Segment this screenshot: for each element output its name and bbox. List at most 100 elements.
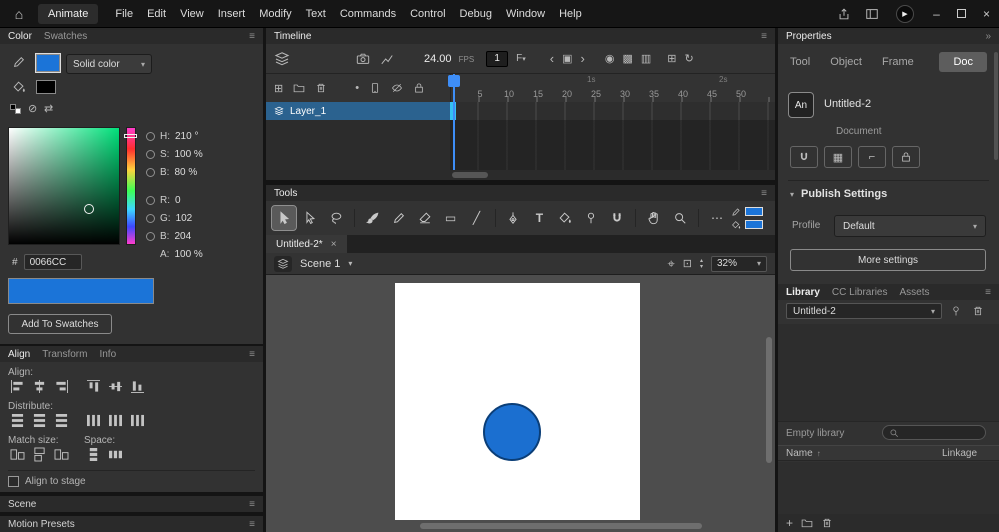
panel-menu-icon[interactable]: ≡: [249, 499, 255, 510]
g-radio[interactable]: [146, 213, 155, 223]
space-horizontal-button[interactable]: [106, 447, 124, 462]
app-menu-animate[interactable]: Animate: [38, 3, 99, 24]
hex-input[interactable]: 0066CC: [23, 254, 82, 270]
b-radio[interactable]: [146, 167, 155, 177]
pen-tool[interactable]: [502, 206, 526, 230]
stroke-pencil-icon[interactable]: [12, 55, 26, 69]
menu-text[interactable]: Text: [299, 0, 333, 28]
text-tool[interactable]: T: [527, 206, 551, 230]
h-value[interactable]: 210 °: [175, 131, 198, 142]
tab-doc[interactable]: Doc: [939, 52, 987, 72]
maximize-button[interactable]: [949, 0, 974, 28]
advanced-layers-icon[interactable]: [380, 52, 394, 66]
column-linkage[interactable]: Linkage: [942, 448, 977, 459]
align-to-stage-checkbox[interactable]: [8, 476, 19, 487]
distribute-top-button[interactable]: [8, 413, 26, 428]
menu-edit[interactable]: Edit: [140, 0, 173, 28]
align-hcenter-button[interactable]: [30, 379, 48, 394]
loop-icon[interactable]: ↻: [685, 52, 694, 65]
new-folder-icon[interactable]: [293, 82, 305, 94]
s-radio[interactable]: [146, 149, 155, 159]
snap-to-guides-button[interactable]: ⌐: [858, 146, 886, 168]
menu-debug[interactable]: Debug: [453, 0, 499, 28]
scene-name[interactable]: Scene 1: [300, 258, 340, 270]
timeline-scrollbar-thumb[interactable]: [452, 172, 488, 178]
align-top-button[interactable]: [84, 379, 102, 394]
no-color-icon[interactable]: ⊘: [28, 102, 37, 115]
scene-panel-header[interactable]: Scene ≡: [0, 496, 263, 512]
tab-color[interactable]: Color: [8, 31, 32, 42]
tab-align[interactable]: Align: [8, 349, 30, 360]
new-folder-icon[interactable]: [801, 517, 813, 529]
layer-name[interactable]: Layer_1: [290, 106, 326, 117]
playhead-line[interactable]: [453, 74, 455, 170]
snap-to-objects-button[interactable]: [790, 146, 818, 168]
lock-layers-icon[interactable]: [413, 82, 425, 94]
menu-file[interactable]: File: [108, 0, 140, 28]
snap-to-grid-button[interactable]: ▦: [824, 146, 852, 168]
color-type-dropdown[interactable]: Solid color ▾: [66, 54, 152, 74]
fill-color-chip[interactable]: [745, 220, 763, 229]
horizontal-scrollbar[interactable]: [270, 522, 761, 530]
new-symbol-icon[interactable]: +: [786, 516, 793, 530]
center-stage-icon[interactable]: ⌖: [667, 256, 674, 272]
align-bottom-button[interactable]: [128, 379, 146, 394]
fps-value[interactable]: 24.00: [424, 53, 452, 65]
align-vcenter-button[interactable]: [106, 379, 124, 394]
selection-tool[interactable]: [271, 205, 297, 231]
s-value[interactable]: 100 %: [174, 149, 202, 160]
lasso-tool[interactable]: [324, 206, 348, 230]
menu-insert[interactable]: Insert: [211, 0, 253, 28]
swap-colors-icon[interactable]: ⇄: [44, 102, 53, 115]
more-settings-button[interactable]: More settings: [790, 249, 986, 271]
vertical-scrollbar[interactable]: [765, 279, 773, 516]
layer-frames-track[interactable]: [450, 102, 775, 120]
match-both-button[interactable]: [52, 447, 70, 462]
frames-grid[interactable]: [450, 120, 775, 170]
chevron-down-icon[interactable]: ▾: [348, 259, 352, 268]
spin-down-icon[interactable]: ▾: [700, 264, 703, 270]
default-colors-icon[interactable]: [10, 104, 22, 114]
stroke-color-chip[interactable]: [35, 53, 61, 73]
home-icon[interactable]: ⌂: [6, 3, 32, 25]
profile-select[interactable]: Default ▾: [834, 215, 986, 237]
zoom-stepper[interactable]: ▴ ▾: [700, 258, 703, 270]
match-height-button[interactable]: [30, 447, 48, 462]
space-vertical-button[interactable]: [84, 447, 102, 462]
hide-layers-icon[interactable]: [391, 82, 403, 94]
line-tool[interactable]: ╱: [465, 206, 489, 230]
tab-transform[interactable]: Transform: [42, 349, 87, 360]
delete-library-item-icon[interactable]: [970, 303, 986, 319]
tab-properties[interactable]: Properties: [786, 31, 832, 42]
step-back-icon[interactable]: ‹: [550, 51, 554, 66]
h-radio[interactable]: [146, 131, 155, 141]
vertical-scrollbar-thumb[interactable]: [766, 337, 772, 463]
panel-menu-icon[interactable]: ≡: [985, 287, 991, 298]
asset-warp-tool[interactable]: [579, 206, 603, 230]
show-device-icon[interactable]: [369, 82, 381, 94]
tool-stroke-color[interactable]: [731, 207, 763, 217]
hue-slider-handle[interactable]: [124, 134, 137, 138]
onion-skin-outline-icon[interactable]: ▩: [622, 52, 632, 65]
fill-bucket-icon[interactable]: [12, 80, 26, 94]
close-button[interactable]: ×: [974, 0, 999, 28]
onion-skin-icon[interactable]: ◉: [605, 52, 615, 65]
tab-object[interactable]: Object: [830, 56, 862, 68]
lock-guides-button[interactable]: [892, 146, 920, 168]
insert-frame-icon[interactable]: ⊞: [667, 52, 676, 65]
hue-slider[interactable]: [126, 127, 136, 245]
color-picker-cursor[interactable]: [84, 204, 94, 214]
panel-menu-icon[interactable]: ≡: [249, 349, 255, 360]
stroke-color-chip[interactable]: [745, 207, 763, 216]
layer-row[interactable]: Layer_1: [266, 102, 775, 120]
b2-radio[interactable]: [146, 231, 155, 241]
circle-shape[interactable]: [483, 403, 541, 461]
tab-library[interactable]: Library: [786, 287, 820, 298]
more-tools-button[interactable]: ⋯: [705, 206, 729, 230]
menu-help[interactable]: Help: [552, 0, 589, 28]
collapse-panel-icon[interactable]: »: [985, 31, 991, 42]
column-name[interactable]: Name: [786, 448, 813, 459]
tab-assets[interactable]: Assets: [899, 287, 929, 298]
library-document-select[interactable]: Untitled-2 ▾: [786, 303, 942, 319]
rectangle-tool[interactable]: ▭: [439, 206, 463, 230]
